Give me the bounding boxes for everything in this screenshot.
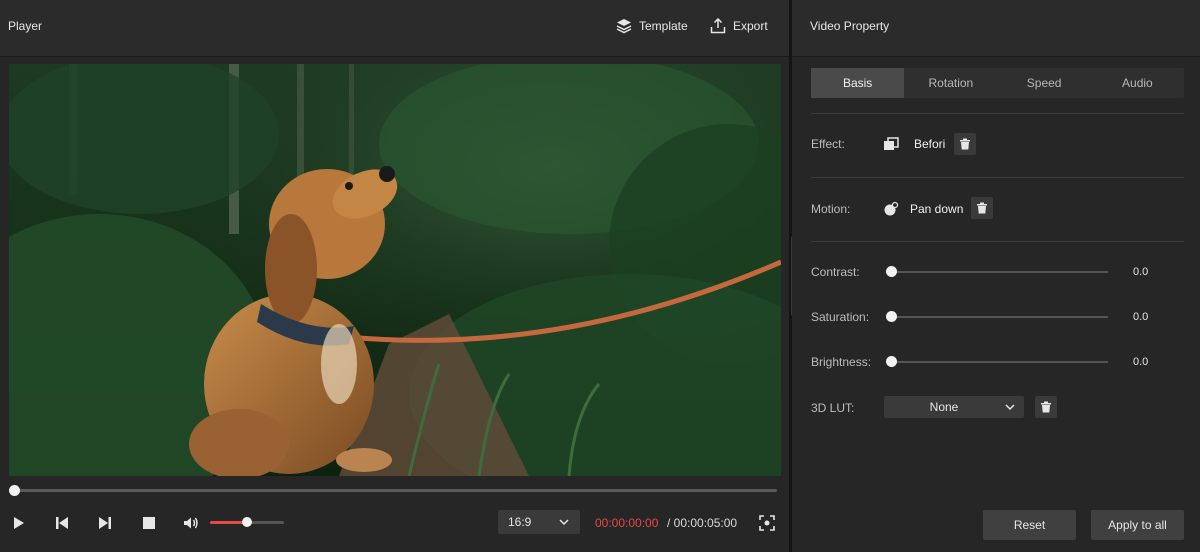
saturation-label: Saturation: — [811, 310, 870, 324]
tab-basis[interactable]: Basis — [811, 68, 905, 98]
mute-button[interactable] — [183, 515, 199, 531]
trash-icon — [977, 202, 987, 214]
aspect-ratio-select[interactable]: 16:9 — [498, 510, 580, 534]
video-property-panel: Video Property Basis Rotation Speed Audi… — [792, 0, 1200, 552]
delete-motion-button[interactable] — [971, 197, 993, 219]
apply-to-all-button[interactable]: Apply to all — [1091, 510, 1184, 540]
brightness-label: Brightness: — [811, 355, 872, 369]
play-icon — [14, 517, 24, 529]
property-title: Video Property — [810, 19, 890, 33]
trash-icon — [960, 138, 970, 150]
contrast-label: Contrast: — [811, 265, 860, 279]
effect-value: Befori — [914, 137, 946, 151]
export-label: Export — [733, 19, 768, 33]
timeline-scrubber[interactable] — [9, 485, 777, 496]
saturation-value: 0.0 — [1133, 311, 1149, 323]
previous-frame-button[interactable] — [54, 515, 70, 531]
effect-label: Effect: — [811, 137, 845, 151]
layers-icon — [616, 19, 632, 34]
delete-lut-button[interactable] — [1035, 396, 1057, 418]
motion-value: Pan down — [910, 202, 964, 216]
aspect-ratio-value: 16:9 — [508, 515, 532, 529]
lut-value: None — [929, 400, 959, 414]
template-label: Template — [639, 19, 688, 33]
player-title: Player — [8, 19, 43, 33]
motion-label: Motion: — [811, 202, 851, 216]
motion-icon — [883, 201, 899, 217]
tab-speed[interactable]: Speed — [998, 68, 1091, 98]
skip-forward-icon — [99, 517, 111, 529]
fullscreen-button[interactable] — [759, 515, 775, 531]
property-tabs: Basis Rotation Speed Audio — [811, 68, 1184, 98]
export-button[interactable]: Export — [710, 18, 768, 34]
skip-back-icon — [56, 517, 68, 529]
video-frame-image — [9, 64, 781, 476]
separator — [811, 241, 1184, 242]
delete-effect-button[interactable] — [954, 133, 976, 155]
total-time: / 00:00:05:00 — [667, 516, 738, 530]
effect-icon — [883, 136, 899, 152]
brightness-value: 0.0 — [1133, 356, 1149, 368]
separator — [811, 113, 1184, 114]
trash-icon — [1041, 401, 1051, 413]
lut-label: 3D LUT: — [811, 401, 855, 415]
player-header: Player Template Export — [0, 0, 789, 57]
brightness-slider[interactable] — [886, 356, 1108, 367]
saturation-knob[interactable] — [886, 311, 897, 322]
volume-icon — [184, 517, 198, 529]
property-header: Video Property — [792, 0, 1200, 57]
chevron-down-icon — [1005, 404, 1015, 411]
upload-icon — [710, 18, 726, 34]
fullscreen-icon — [759, 515, 775, 531]
contrast-value: 0.0 — [1133, 266, 1149, 278]
next-frame-button[interactable] — [97, 515, 113, 531]
tab-rotation[interactable]: Rotation — [904, 68, 997, 98]
contrast-slider[interactable] — [886, 266, 1108, 277]
tab-audio[interactable]: Audio — [1091, 68, 1184, 98]
template-button[interactable]: Template — [616, 18, 688, 34]
player-panel: Player Template Export 16:9 00:00:00:00 … — [0, 0, 789, 552]
reset-button[interactable]: Reset — [983, 510, 1076, 540]
playhead-knob[interactable] — [9, 485, 20, 496]
video-preview[interactable] — [9, 64, 781, 476]
stop-icon — [143, 517, 155, 529]
saturation-slider[interactable] — [886, 311, 1108, 322]
brightness-knob[interactable] — [886, 356, 897, 367]
stop-button[interactable] — [141, 515, 157, 531]
contrast-knob[interactable] — [886, 266, 897, 277]
volume-slider[interactable] — [210, 517, 284, 527]
lut-select[interactable]: None — [884, 396, 1024, 418]
play-button[interactable] — [11, 515, 27, 531]
current-time: 00:00:00:00 — [595, 516, 659, 530]
volume-knob[interactable] — [242, 517, 252, 527]
separator — [811, 177, 1184, 178]
playback-controls: 16:9 00:00:00:00 / 00:00:05:00 — [0, 506, 789, 540]
chevron-down-icon — [559, 519, 569, 526]
